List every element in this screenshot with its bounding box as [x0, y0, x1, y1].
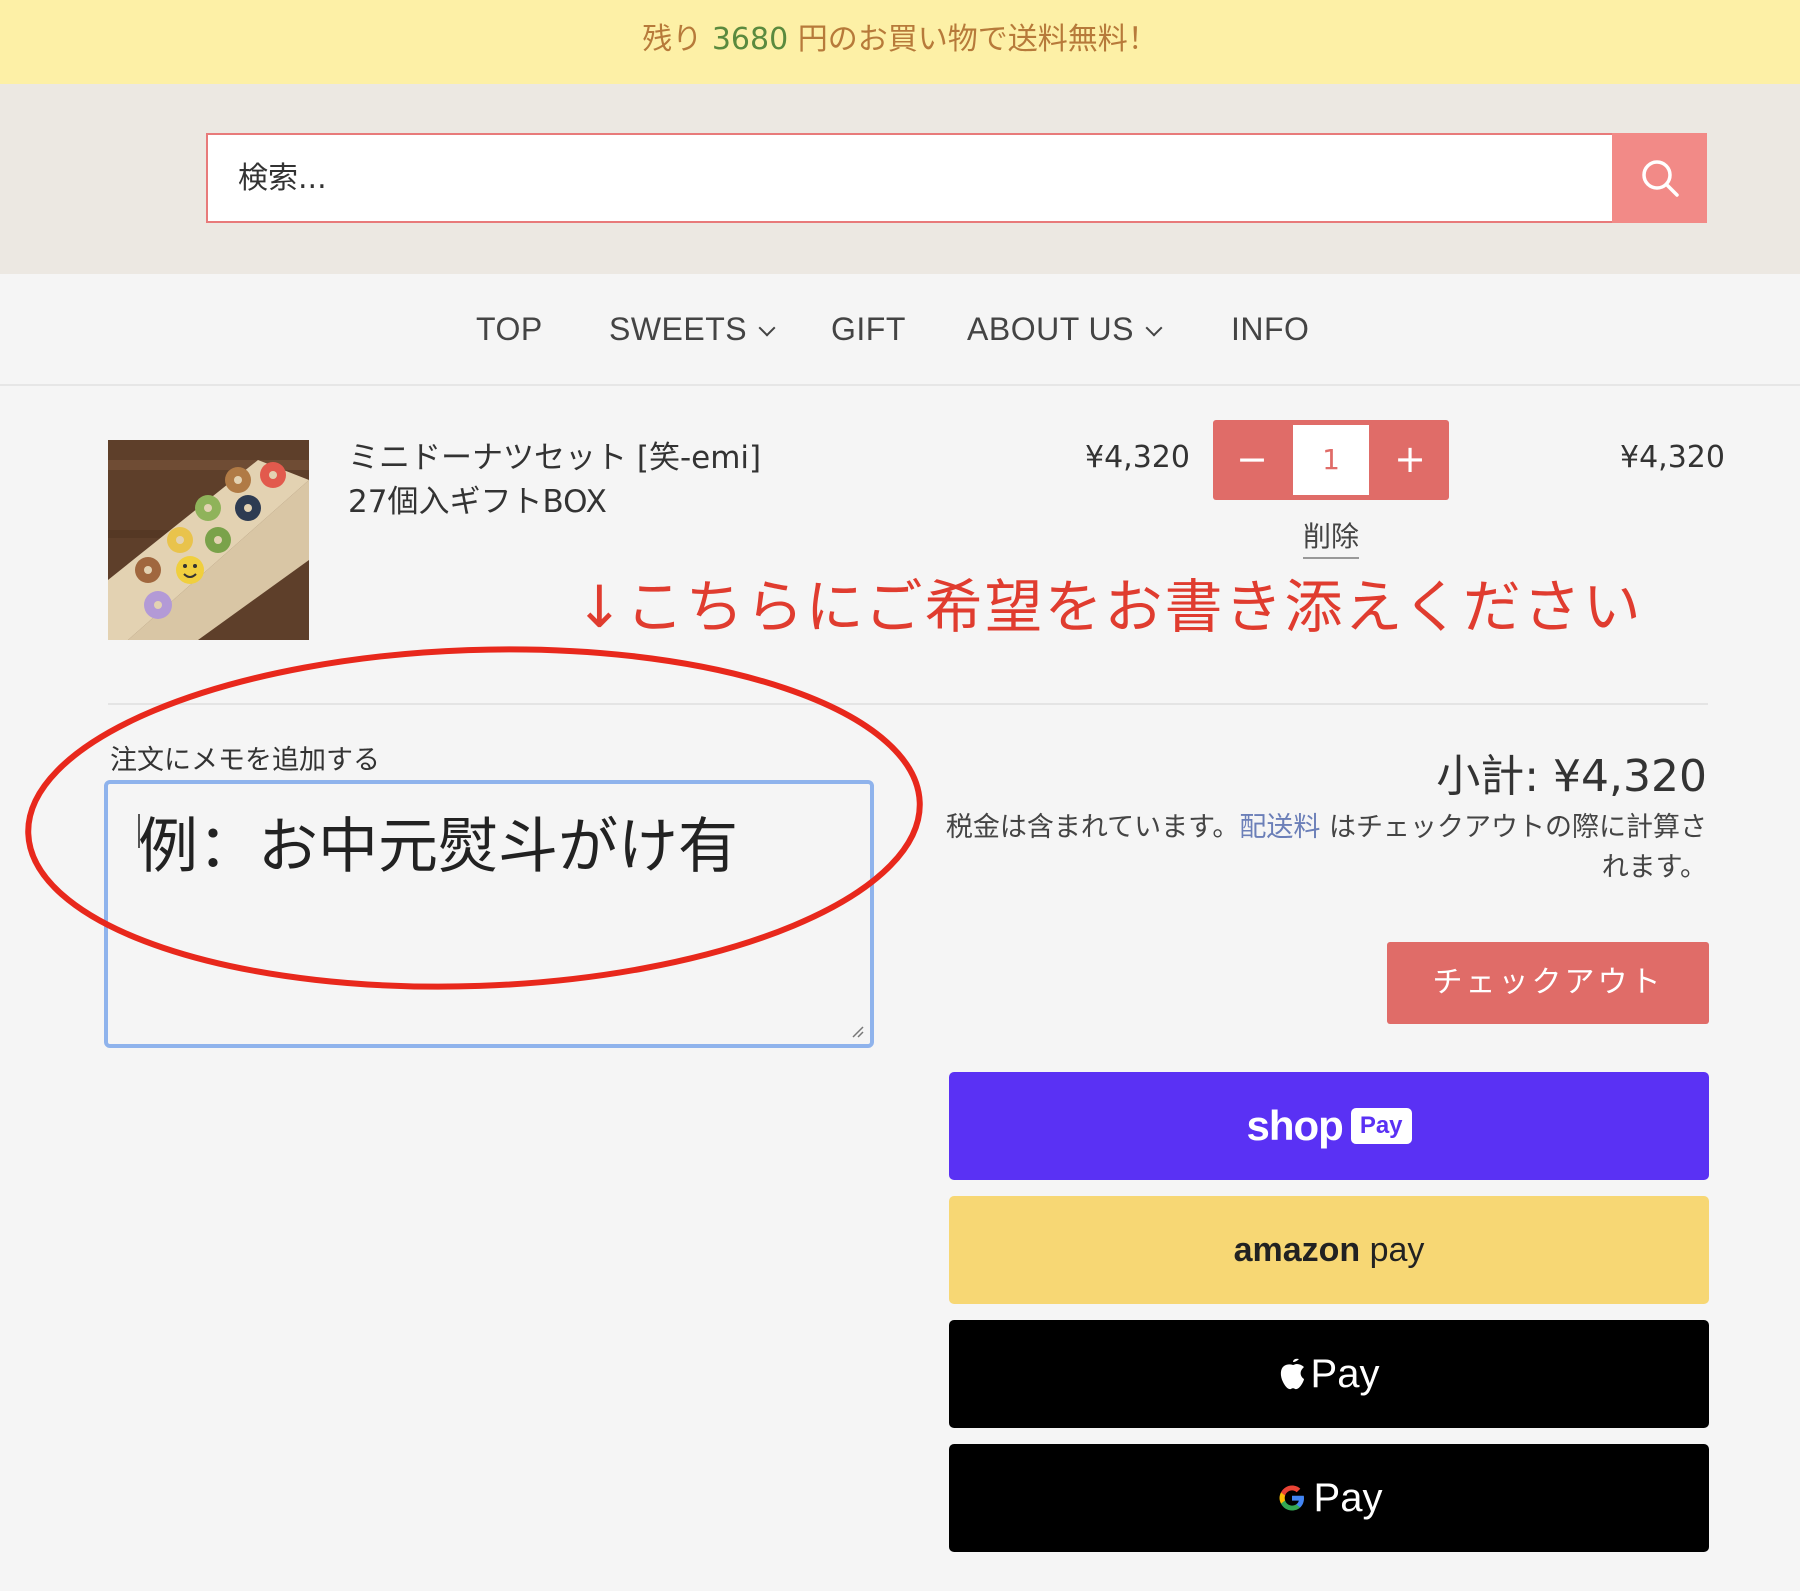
apple-pay-button[interactable]: Pay [949, 1320, 1709, 1428]
google-g-icon [1279, 1485, 1304, 1511]
product-title-line1: ミニドーナツセット [笑-emi] [348, 440, 762, 476]
shop-pay-badge: Pay [1350, 1108, 1412, 1144]
free-shipping-banner: 残り 3680 円のお買い物で送料無料！ [0, 0, 1800, 84]
annotation-text: ↓こちらにご希望をお書き添えください [575, 573, 1643, 641]
main-nav: TOP SWEETS GIFT ABOUT US INFO [0, 274, 1800, 386]
nav-item-about-us[interactable]: ABOUT US [967, 274, 1163, 384]
chevron-down-icon [758, 319, 776, 337]
checkout-button[interactable]: チェックアウト [1387, 942, 1709, 1024]
apple-pay-label: Pay [1310, 1351, 1380, 1396]
remove-item-link[interactable]: 削除 [1303, 515, 1360, 559]
search-section [0, 84, 1800, 274]
amazon-pay-logo: amazon pay [1233, 1230, 1425, 1269]
product-title-line2: 27個入ギフトBOX [348, 484, 607, 520]
search-icon [1641, 160, 1679, 197]
nav-item-top[interactable]: TOP [476, 274, 543, 384]
unit-price: ¥4,320 [1085, 440, 1190, 475]
banner-amount: 3680 [711, 22, 789, 57]
nav-item-gift[interactable]: GIFT [831, 274, 906, 384]
quantity-stepper: − 1 + [1213, 420, 1449, 500]
shop-pay-button[interactable]: shop Pay [949, 1072, 1709, 1180]
google-pay-label: Pay [1313, 1475, 1383, 1520]
tax-shipping-note: 税金は含まれています。配送料 はチェックアウトの際に計算されます。 [927, 808, 1707, 888]
quantity-decrease-button[interactable]: − [1213, 420, 1291, 500]
banner-prefix: 残り [642, 22, 712, 57]
annotation-ellipse [25, 646, 923, 990]
chevron-down-icon [1145, 319, 1163, 337]
apple-icon [1280, 1358, 1304, 1390]
shop-pay-logo: shop [1246, 1102, 1343, 1149]
donut-photo [108, 440, 309, 640]
subtotal: 小計: ¥4,320 [1436, 751, 1707, 802]
shipping-link[interactable]: 配送料 [1239, 812, 1320, 843]
amazon-pay-button[interactable]: amazon pay [949, 1196, 1709, 1304]
google-pay-button[interactable]: Pay [949, 1444, 1709, 1552]
banner-suffix: 円のお買い物で送料無料！ [788, 22, 1158, 57]
search-button[interactable] [1612, 133, 1707, 223]
nav-item-sweets[interactable]: SWEETS [609, 274, 776, 384]
product-title[interactable]: ミニドーナツセット [笑-emi] 27個入ギフトBOX [348, 436, 761, 524]
quantity-input[interactable]: 1 [1293, 425, 1369, 495]
line-total: ¥4,320 [1620, 440, 1725, 475]
product-image[interactable] [108, 440, 309, 640]
tax-note-text: 税金は含まれています。 [945, 812, 1240, 843]
tax-note-text-after: はチェックアウトの際に計算されます。 [1320, 812, 1707, 883]
search-box [206, 133, 1612, 223]
nav-item-info[interactable]: INFO [1231, 274, 1309, 384]
quantity-increase-button[interactable]: + [1371, 420, 1449, 500]
search-input[interactable] [208, 135, 1612, 221]
resize-handle-icon[interactable] [850, 1024, 864, 1038]
